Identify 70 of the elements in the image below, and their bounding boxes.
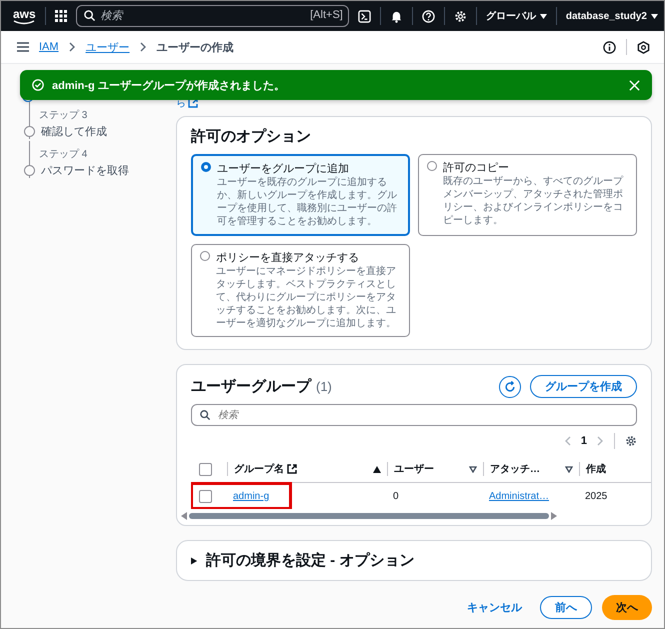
sort-icon[interactable]	[565, 466, 573, 472]
table-link[interactable]: admin-g	[233, 490, 270, 502]
terminal-icon[interactable]	[358, 10, 371, 22]
hexagon-icon[interactable]	[637, 40, 650, 54]
section-title: 許可のオプション	[191, 127, 312, 146]
column-header[interactable]: ユーザー	[394, 462, 434, 476]
menu-icon[interactable]	[17, 42, 29, 52]
group-count: (1)	[316, 379, 332, 394]
search-icon	[200, 410, 210, 420]
option-tile[interactable]: ポリシーを直接アタッチする ユーザーにマネージドポリシーを直接アタッチします。ベストプラクティスとして、代わりにグループにポリシーをアタッチすることをお勧めします。次に、ユーザーを適切なグループに追加します。	[191, 244, 410, 337]
radio-button[interactable]	[427, 161, 437, 171]
scroll-left-icon[interactable]	[181, 512, 187, 520]
sort-icon[interactable]	[469, 466, 477, 472]
step-title: パスワードを取得	[41, 164, 129, 178]
step-title: 確認して作成	[41, 125, 107, 139]
settings-icon[interactable]	[625, 435, 637, 447]
account-menu[interactable]: database_study2	[566, 10, 658, 22]
step-label: ステップ 3	[39, 108, 88, 122]
section-title: 許可の境界を設定 - オプション	[206, 551, 414, 570]
breadcrumb-link[interactable]: IAM	[39, 41, 59, 53]
table-cell: 0	[393, 490, 399, 502]
option-title: 許可のコピー	[443, 161, 510, 175]
chevron-right-icon	[140, 42, 147, 52]
refresh-icon	[504, 380, 516, 392]
notification-message: admin-g ユーザーグループが作成されました。	[52, 78, 286, 92]
search-field[interactable]: 検索	[191, 404, 637, 426]
chevron-right-icon	[68, 42, 76, 52]
column-header[interactable]: アタッチ…	[490, 462, 540, 476]
table-link[interactable]: Administrat…	[489, 490, 550, 502]
caret-down-icon	[651, 14, 658, 18]
step-label: ステップ 4	[39, 148, 88, 161]
caret-down-icon	[540, 14, 547, 18]
breadcrumb-current: ユーザーの作成	[156, 40, 234, 54]
row-checkbox[interactable]	[199, 490, 212, 502]
create-group-button[interactable]: グループを作成	[530, 375, 637, 398]
external-link-icon	[188, 98, 198, 108]
close-icon[interactable]	[629, 80, 640, 90]
page-number[interactable]: 1	[580, 435, 587, 447]
table-cell: 2025	[585, 490, 608, 502]
select-all-checkbox[interactable]	[199, 462, 212, 476]
option-tile[interactable]: ユーザーをグループに追加 ユーザーを既存のグループに追加するか、新しいグループを作成します。グループを使用して、職務別にユーザーの許可を管理することをお勧めします。	[191, 154, 410, 236]
previous-button[interactable]: 前へ	[540, 596, 592, 619]
search-icon	[84, 10, 95, 21]
region-menu[interactable]: グローバル	[486, 9, 547, 23]
permission-boundary-panel[interactable]: 許可の境界を設定 - オプション	[176, 540, 652, 581]
column-header[interactable]: 作成	[586, 462, 606, 476]
option-description: ユーザーを既存のグループに追加するか、新しいグループを作成します。グループを使用して、職務別にユーザーの許可を管理することをお勧めします。	[217, 176, 398, 228]
help-icon[interactable]	[422, 10, 435, 22]
radio-button[interactable]	[201, 162, 211, 172]
shortcut-hint: [Alt+S]	[310, 9, 343, 21]
option-tile[interactable]: 許可のコピー 既存のユーザーから、すべてのグループメンバーシップ、アタッチされた管理ポリシー、およびインラインポリシーをコピーします。	[418, 154, 637, 236]
apps-grid-icon[interactable]	[54, 10, 67, 22]
info-icon[interactable]	[603, 40, 616, 54]
bell-icon[interactable]	[390, 10, 403, 22]
cancel-link[interactable]: キャンセル	[467, 600, 522, 615]
expand-caret-icon	[191, 556, 198, 564]
refresh-button[interactable]	[499, 376, 521, 398]
next-button[interactable]: 次へ	[602, 595, 652, 620]
option-description: 既存のユーザーから、すべてのグループメンバーシップ、アタッチされた管理ポリシー、およびインラインポリシーをコピーします。	[443, 175, 624, 227]
sort-ascending-icon[interactable]	[373, 466, 381, 472]
aws-logo[interactable]: aws	[13, 8, 36, 24]
option-description: ユーザーにマネージドポリシーを直接アタッチします。ベストプラクティスとして、代わりにグループにポリシーをアタッチすることをお勧めします。次に、ユーザーを適切なグループに追加します。	[216, 265, 397, 330]
scroll-right-icon[interactable]	[551, 512, 557, 520]
column-header[interactable]: グループ名	[234, 462, 284, 476]
section-title: ユーザーグループ	[191, 377, 311, 396]
option-title: ユーザーをグループに追加	[217, 162, 350, 176]
breadcrumb-link[interactable]: ユーザー	[86, 40, 130, 54]
option-title: ポリシーを直接アタッチする	[216, 250, 360, 265]
check-circle-icon	[32, 79, 44, 91]
radio-button[interactable]	[200, 251, 210, 261]
